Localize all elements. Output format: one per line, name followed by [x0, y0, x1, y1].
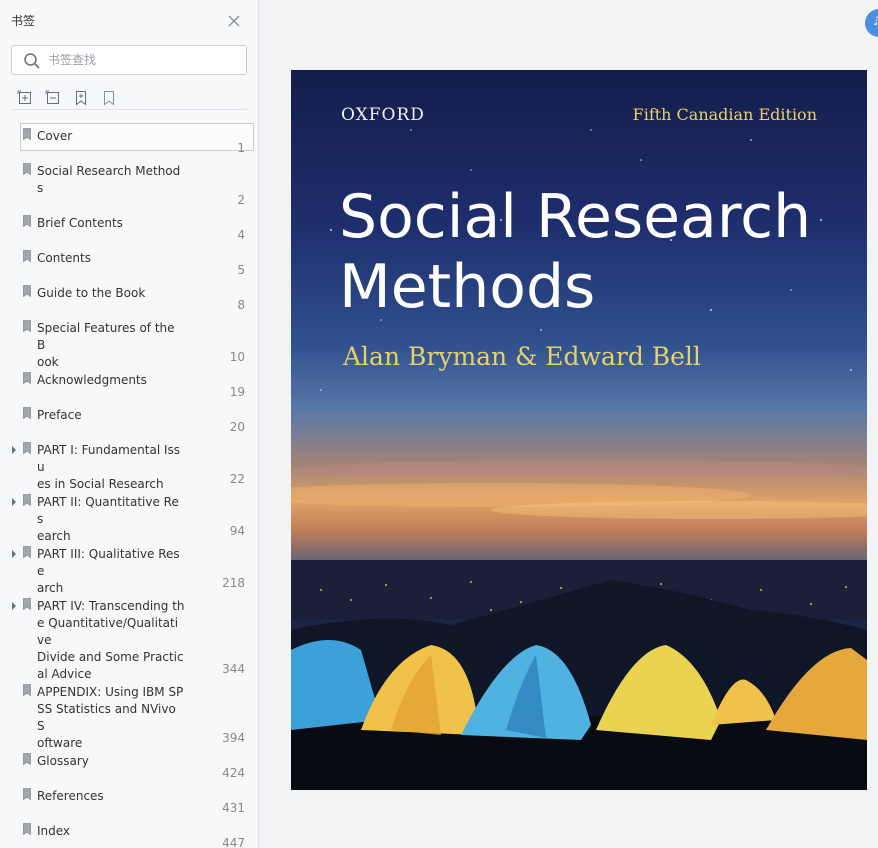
bookmark-label: Guide to the Book — [37, 286, 146, 300]
bookmark-page-number: 344 — [222, 662, 245, 676]
bookmark-icon — [23, 442, 31, 454]
bookmark-label: Acknowledgments — [37, 373, 147, 387]
bookmark-icon — [23, 215, 31, 227]
bookmark-page-number: 394 — [222, 731, 245, 745]
cover-publisher: OXFORD — [341, 105, 425, 125]
bookmark-page-number: 2 — [237, 193, 245, 207]
bookmark-icon — [23, 128, 31, 140]
bookmark-item[interactable]: PART III: Qualitative Rese arch 218 — [0, 540, 259, 595]
bookmark-label: PART II: Quantitative Res earch — [37, 495, 179, 543]
bookmark-search-field[interactable] — [11, 45, 247, 75]
bookmark-page-number: 424 — [222, 766, 245, 780]
bookmark-item[interactable]: Cover 1 — [0, 122, 259, 157]
assistant-icon: ♫ — [872, 14, 878, 28]
search-icon — [24, 53, 40, 69]
bookmark-icon — [23, 320, 31, 332]
bookmark-page-number: 4 — [237, 228, 245, 242]
bookmark-icon — [23, 788, 31, 800]
bookmark-label: Special Features of the B ook — [37, 321, 175, 369]
bookmark-icon — [23, 285, 31, 297]
bookmark-label: PART IV: Transcending th e Quantitative/… — [37, 599, 185, 681]
expand-arrow-icon[interactable] — [10, 497, 18, 507]
bookmark-item[interactable]: PART IV: Transcending th e Quantitative/… — [0, 592, 259, 681]
bookmark-item[interactable]: Glossary 424 — [0, 747, 259, 782]
bookmark-toolbar — [11, 86, 247, 110]
bookmark-icon — [23, 163, 31, 175]
close-icon[interactable] — [226, 13, 242, 29]
bookmark-icon — [23, 372, 31, 384]
expand-arrow-icon[interactable] — [10, 445, 18, 455]
cover-title: Social Research Methods — [339, 182, 812, 322]
bookmark-item[interactable]: APPENDIX: Using IBM SP SS Statistics and… — [0, 678, 259, 750]
bookmark-item[interactable]: Acknowledgments 19 — [0, 366, 259, 401]
bookmark-label: References — [37, 789, 104, 803]
bookmark-item[interactable]: PART I: Fundamental Issu es in Social Re… — [0, 436, 259, 491]
bookmark-label: Preface — [37, 408, 82, 422]
bookmark-icon[interactable] — [101, 90, 117, 106]
bookmark-page-number: 22 — [229, 472, 245, 486]
bookmark-search-input[interactable] — [48, 51, 238, 69]
bookmark-icon — [23, 753, 31, 765]
cover-authors: Alan Bryman & Edward Bell — [343, 342, 701, 371]
bookmark-page-number: 94 — [229, 524, 245, 538]
bookmark-page-number: 5 — [237, 263, 245, 277]
bookmark-page-number: 10 — [229, 350, 245, 364]
bookmark-panel: 书签 Cover1Social Research Method — [0, 0, 259, 848]
cover-edition: Fifth Canadian Edition — [632, 105, 817, 124]
bookmark-icon — [23, 546, 31, 558]
bookmark-icon — [23, 250, 31, 262]
bookmark-label: PART III: Qualitative Rese arch — [37, 547, 180, 595]
collapse-all-icon[interactable] — [45, 90, 61, 106]
bookmark-page-number: 20 — [229, 420, 245, 434]
expand-all-icon[interactable] — [17, 90, 33, 106]
bookmark-label: Cover — [37, 129, 73, 143]
bookmark-item[interactable]: PART II: Quantitative Res earch 94 — [0, 488, 259, 543]
bookmark-item[interactable]: Index 447 — [0, 817, 259, 848]
bookmark-label: Glossary — [37, 754, 89, 768]
bookmark-label: APPENDIX: Using IBM SP SS Statistics and… — [37, 685, 184, 750]
bookmark-label: PART I: Fundamental Issu es in Social Re… — [37, 443, 181, 491]
bookmark-page-number: 431 — [222, 801, 245, 815]
bookmark-icon — [23, 823, 31, 835]
bookmark-item[interactable]: Contents 5 — [0, 244, 259, 279]
bookmark-item[interactable]: Brief Contents 4 — [0, 209, 259, 244]
bookmark-item[interactable]: Preface 20 — [0, 401, 259, 436]
bookmark-page-number: 218 — [222, 576, 245, 590]
bookmark-icon — [23, 684, 31, 696]
cover-artwork — [291, 129, 867, 790]
bookmark-item[interactable]: Special Features of the B ook 10 — [0, 314, 259, 369]
bookmark-icon — [23, 494, 31, 506]
bookmark-page-number: 447 — [222, 836, 245, 848]
bookmark-icon — [23, 598, 31, 610]
bookmark-panel-title: 书签 — [11, 14, 36, 28]
expand-arrow-icon[interactable] — [10, 601, 18, 611]
add-bookmark-icon[interactable] — [73, 90, 89, 106]
bookmark-item[interactable]: Social Research Method s 2 — [0, 157, 259, 209]
bookmark-label: Social Research Method s — [37, 164, 181, 195]
expand-arrow-icon[interactable] — [10, 549, 18, 559]
bookmark-item[interactable]: References 431 — [0, 782, 259, 817]
bookmark-label: Contents — [37, 251, 91, 265]
bookmark-item[interactable]: Guide to the Book 8 — [0, 279, 259, 314]
bookmark-label: Index — [37, 824, 71, 838]
book-cover-page: OXFORD Fifth Canadian Edition Social Res… — [291, 70, 867, 790]
bookmark-page-number: 19 — [229, 385, 245, 399]
bookmark-panel-header: 书签 — [0, 0, 259, 40]
bookmark-page-number: 1 — [237, 141, 245, 155]
bookmark-page-number: 8 — [237, 298, 245, 312]
bookmark-icon — [23, 407, 31, 419]
bookmark-label: Brief Contents — [37, 216, 123, 230]
